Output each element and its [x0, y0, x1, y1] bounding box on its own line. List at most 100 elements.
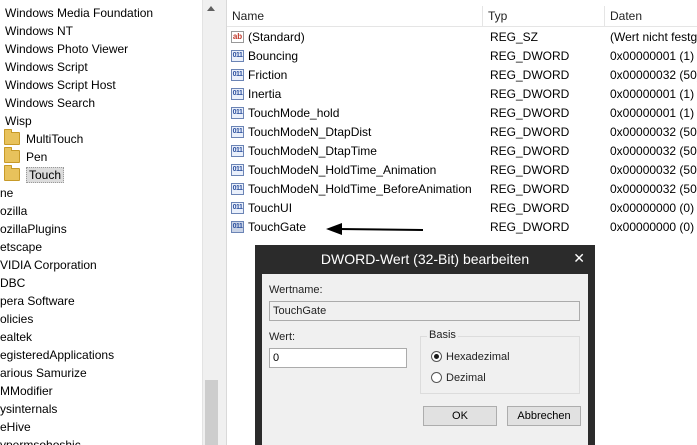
table-row[interactable]: 011 TouchUI REG_DWORD 0x00000000 (0) [227, 199, 697, 218]
tree-item[interactable]: etscape [0, 238, 42, 256]
dialog-title: DWORD-Wert (32-Bit) bearbeiten [320, 251, 530, 267]
tree-item-label: Windows Media Foundation [5, 6, 154, 20]
cancel-button[interactable]: Abbrechen [507, 406, 581, 426]
column-header-name[interactable]: Name [227, 6, 483, 26]
tree-item[interactable]: ne [0, 184, 13, 202]
dialog-body: Wertname: TouchGate Wert: Basis Hexadezi… [262, 274, 588, 445]
tree-item[interactable]: Wisp [5, 112, 32, 130]
tree-item[interactable]: eHive [0, 418, 31, 436]
table-row[interactable]: 011 TouchGate REG_DWORD 0x00000000 (0) [227, 218, 697, 237]
ok-button[interactable]: OK [423, 406, 497, 426]
row-name: Inertia [248, 87, 282, 101]
tree-item-touch[interactable]: Touch [4, 165, 65, 184]
table-row[interactable]: 011 TouchModeN_DtapDist REG_DWORD 0x0000… [227, 123, 697, 142]
tree-item[interactable]: Windows Media Foundation [5, 4, 153, 22]
tree-item[interactable]: olicies [0, 310, 33, 328]
dword-value-icon: 011 [231, 164, 244, 176]
tree-item-label: ozillaPlugins [0, 222, 67, 236]
column-header-type[interactable]: Typ [483, 6, 605, 26]
table-row[interactable]: 011 TouchModeN_DtapTime REG_DWORD 0x0000… [227, 142, 697, 161]
dword-value-icon: 011 [231, 202, 244, 214]
tree-item-label: ozilla [0, 204, 28, 218]
radio-unchecked-icon[interactable] [431, 372, 442, 383]
tree-item-label: ealtek [0, 330, 33, 344]
tree-item[interactable]: ysinternals [0, 400, 57, 418]
tree-item-label: eHive [0, 420, 31, 434]
tree-item[interactable]: MModifier [0, 382, 53, 400]
edit-dword-dialog: DWORD-Wert (32-Bit) bearbeiten ✕ Wertnam… [255, 245, 595, 445]
table-row[interactable]: 011 Inertia REG_DWORD 0x00000001 (1) [227, 85, 697, 104]
tree-scrollbar[interactable] [202, 0, 220, 445]
row-data: 0x00000032 (50) [610, 125, 697, 139]
tree-item-label: arious Samurize [0, 366, 87, 380]
row-data: 0x00000032 (50) [610, 163, 697, 177]
row-type: REG_DWORD [490, 87, 570, 101]
tree-item[interactable]: arious Samurize [0, 364, 87, 382]
close-icon[interactable]: ✕ [573, 245, 585, 271]
scroll-up-arrow-icon[interactable] [207, 6, 215, 11]
table-row[interactable]: 011 Friction REG_DWORD 0x00000032 (50) [227, 66, 697, 85]
tree-item[interactable]: egisteredApplications [0, 346, 114, 364]
tree-item-label: Windows Photo Viewer [5, 42, 129, 56]
row-type: REG_DWORD [490, 163, 570, 177]
column-header-data[interactable]: Daten [605, 6, 697, 26]
tree-item-label: VIDIA Corporation [0, 258, 97, 272]
dword-value-icon: 011 [231, 107, 244, 119]
tree-item[interactable]: pera Software [0, 292, 75, 310]
tree-item-label: Windows Script [5, 60, 88, 74]
dword-value-icon: 011 [231, 69, 244, 81]
folder-icon [4, 147, 20, 163]
row-type: REG_DWORD [490, 182, 570, 196]
tree-item[interactable]: Windows Search [5, 94, 95, 112]
scrollbar-thumb[interactable] [205, 380, 218, 445]
row-name: TouchModeN_HoldTime_BeforeAnimation [248, 182, 472, 196]
row-type: REG_DWORD [490, 106, 570, 120]
tree-item-label: Windows Script Host [5, 78, 116, 92]
row-type: REG_DWORD [490, 201, 570, 215]
radio-checked-icon[interactable] [431, 351, 442, 362]
radio-hexadecimal[interactable]: Hexadezimal [431, 349, 510, 365]
radio-decimal[interactable]: Dezimal [431, 370, 486, 386]
dword-value-icon: 011 [231, 50, 244, 62]
tree-item[interactable]: Windows Script Host [5, 76, 116, 94]
table-row[interactable]: 011 TouchModeN_HoldTime_BeforeAnimation … [227, 180, 697, 199]
table-row[interactable]: 011 TouchModeN_HoldTime_Animation REG_DW… [227, 161, 697, 180]
dword-value-icon: 011 [231, 221, 244, 233]
registry-tree[interactable]: Windows Media Foundation Windows NT Wind… [0, 0, 202, 445]
dword-value-icon: 011 [231, 126, 244, 138]
value-data-label: Wert: [269, 331, 296, 343]
value-data-input[interactable] [269, 348, 407, 368]
tree-item[interactable]: ozillaPlugins [0, 220, 67, 238]
tree-item[interactable]: ealtek [0, 328, 32, 346]
radio-decimal-label: Dezimal [446, 372, 486, 384]
pane-splitter[interactable] [219, 0, 227, 445]
tree-item[interactable]: Windows Script [5, 58, 88, 76]
row-name: TouchGate [248, 220, 307, 234]
tree-item-label: Windows NT [5, 24, 74, 38]
row-type: REG_DWORD [490, 49, 570, 63]
tree-item-label: ypermsohoshic [0, 438, 81, 445]
tree-item[interactable]: ypermsohoshic [0, 436, 81, 445]
table-row[interactable]: 011 TouchMode_hold REG_DWORD 0x00000001 … [227, 104, 697, 123]
tree-item-label: egisteredApplications [0, 348, 115, 362]
table-row[interactable]: ab (Standard) REG_SZ (Wert nicht festg [227, 28, 697, 47]
string-value-icon: ab [231, 31, 244, 43]
row-data: 0x00000032 (50) [610, 68, 697, 82]
row-name: TouchMode_hold [248, 106, 340, 120]
row-data: 0x00000000 (0) [610, 201, 695, 215]
row-data: (Wert nicht festg [610, 30, 697, 44]
tree-item[interactable]: Windows NT [5, 22, 73, 40]
tree-item[interactable]: Windows Photo Viewer [5, 40, 128, 58]
tree-item[interactable]: VIDIA Corporation [0, 256, 97, 274]
tree-item-pen[interactable]: Pen [4, 147, 48, 166]
tree-item-label: Touch [26, 167, 65, 183]
tree-item[interactable]: DBC [0, 274, 25, 292]
tree-item-multitouch[interactable]: MultiTouch [4, 129, 83, 148]
table-row[interactable]: 011 Bouncing REG_DWORD 0x00000001 (1) [227, 47, 697, 66]
tree-item[interactable]: ozilla [0, 202, 27, 220]
radio-hexadecimal-label: Hexadezimal [446, 351, 510, 363]
row-data: 0x00000000 (0) [610, 220, 695, 234]
tree-item-label: Pen [26, 150, 48, 164]
row-type: REG_SZ [490, 30, 539, 44]
folder-icon [4, 129, 20, 145]
